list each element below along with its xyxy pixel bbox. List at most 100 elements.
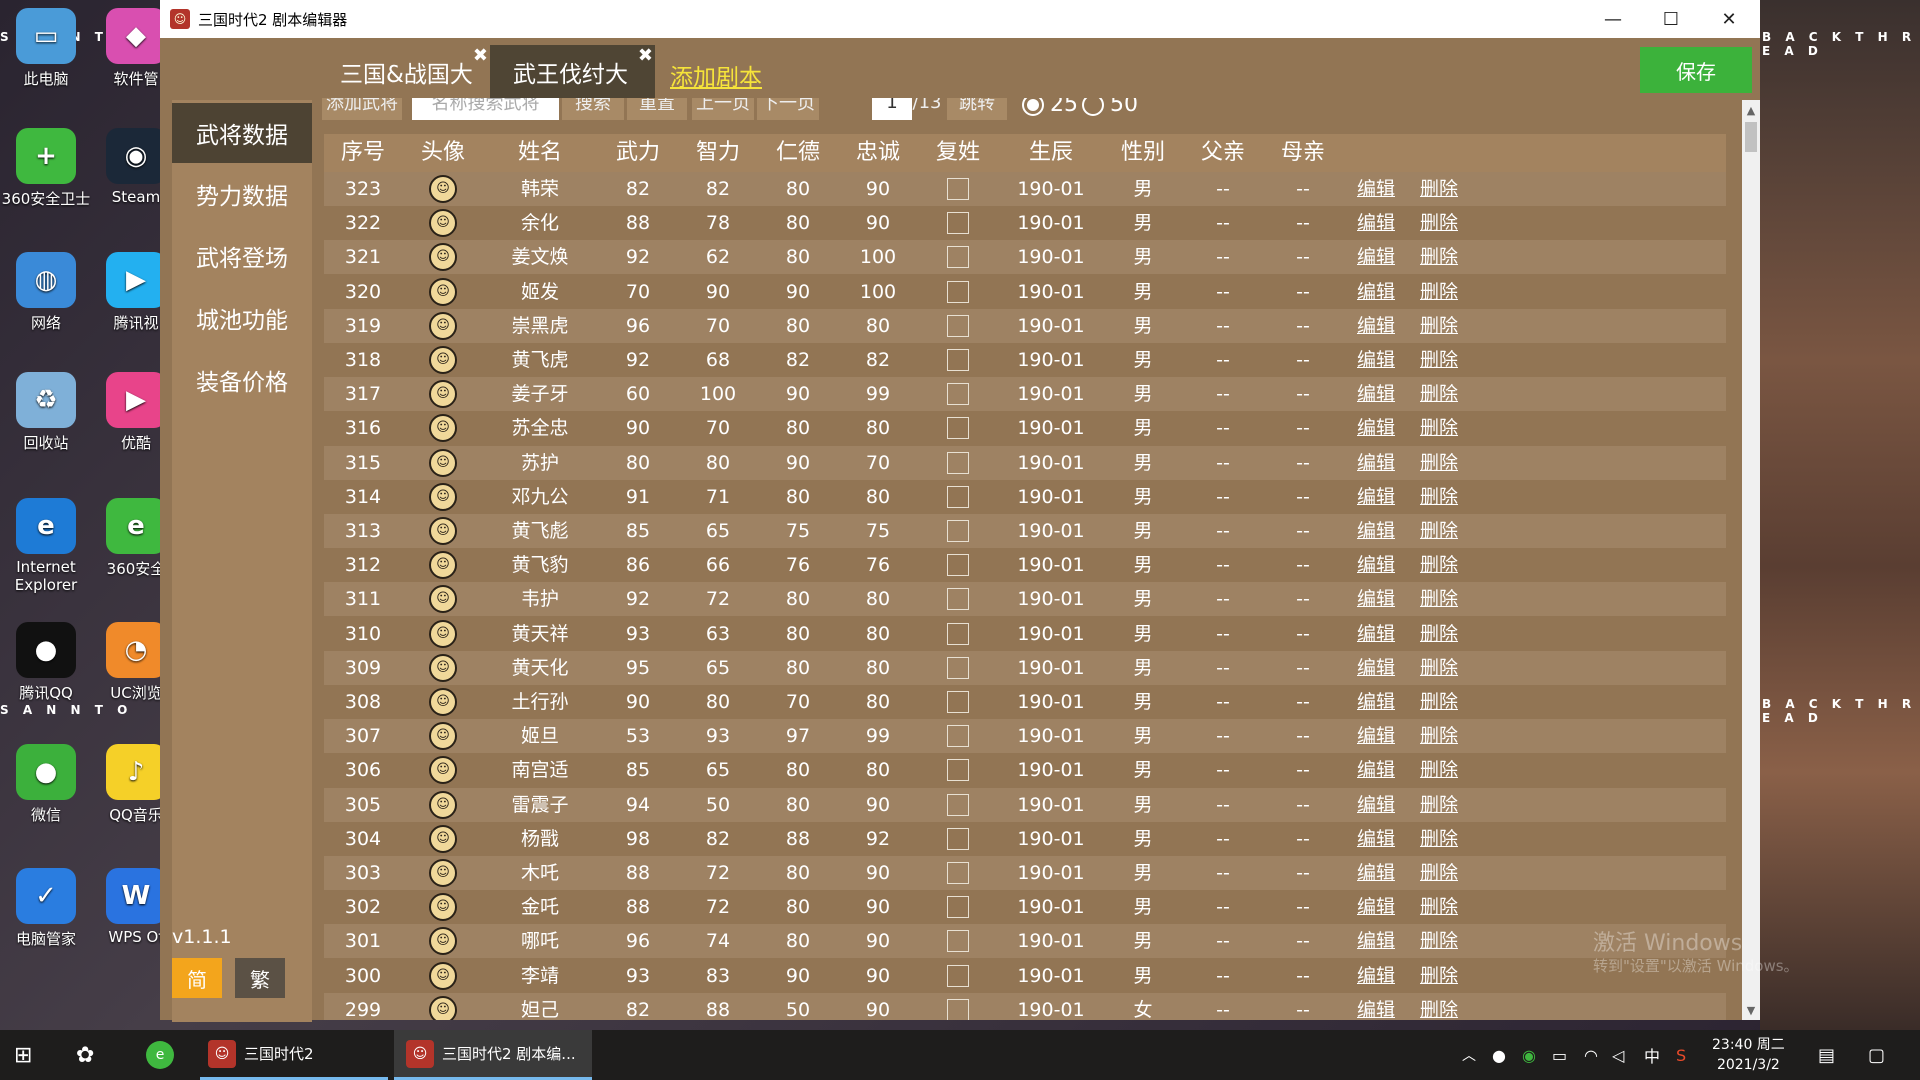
search-button[interactable]: 搜索: [562, 98, 624, 120]
add-general-button[interactable]: 添加武将: [322, 98, 402, 120]
search-input[interactable]: 名称搜索武将: [412, 98, 559, 120]
tray-qq-icon[interactable]: ●: [1492, 1030, 1506, 1080]
compound-surname-checkbox[interactable]: [947, 691, 969, 713]
col-header-gender[interactable]: 性别: [1121, 134, 1165, 172]
edit-link[interactable]: 编辑: [1357, 993, 1395, 1020]
delete-link[interactable]: 删除: [1420, 480, 1458, 514]
desktop-icon[interactable]: ▭ 此电脑: [1, 8, 91, 89]
compound-surname-checkbox[interactable]: [947, 212, 969, 235]
edit-link[interactable]: 编辑: [1357, 275, 1395, 309]
compound-surname-checkbox[interactable]: [947, 793, 969, 816]
notification-icon[interactable]: ▢: [1868, 1030, 1885, 1080]
compound-surname-checkbox[interactable]: [947, 862, 969, 884]
compound-surname-checkbox[interactable]: [947, 246, 969, 269]
tab-scenario-sanguo[interactable]: 三国&战国大 ✖: [325, 45, 490, 98]
delete-link[interactable]: 删除: [1420, 377, 1458, 411]
page-input[interactable]: 1: [872, 98, 912, 120]
compound-surname-checkbox[interactable]: [947, 485, 969, 508]
col-header-intellect[interactable]: 智力: [696, 134, 740, 172]
lang-simplified-button[interactable]: 简: [172, 958, 222, 998]
tray-chevron-icon[interactable]: ︿: [1462, 1030, 1476, 1080]
sidebar-item-appearance[interactable]: 武将登场: [172, 226, 312, 286]
sidebar-item-cities[interactable]: 城池功能: [172, 288, 312, 348]
col-header-father[interactable]: 父亲: [1201, 134, 1245, 172]
compound-surname-checkbox[interactable]: [947, 964, 969, 987]
jump-button[interactable]: 跳转: [947, 98, 1007, 120]
col-header-name[interactable]: 姓名: [518, 134, 562, 172]
col-header-id[interactable]: 序号: [341, 134, 385, 172]
col-header-birth[interactable]: 生辰: [1029, 134, 1073, 172]
compound-surname-checkbox[interactable]: [947, 622, 969, 645]
task-view-icon[interactable]: ✿: [76, 1030, 94, 1080]
compound-surname-checkbox[interactable]: [947, 656, 969, 679]
delete-link[interactable]: 删除: [1420, 514, 1458, 548]
add-scenario-link[interactable]: 添加剧本: [670, 58, 762, 92]
taskbar-app-editor[interactable]: ☺ 三国时代2 剧本编...: [394, 1030, 592, 1080]
edit-link[interactable]: 编辑: [1357, 651, 1395, 685]
compound-surname-checkbox[interactable]: [947, 280, 969, 303]
delete-link[interactable]: 删除: [1420, 993, 1458, 1020]
save-button[interactable]: 保存: [1640, 47, 1752, 93]
desktop-icon[interactable]: +360安全卫士: [1, 128, 91, 209]
edit-link[interactable]: 编辑: [1357, 172, 1395, 206]
compound-surname-checkbox[interactable]: [947, 998, 969, 1020]
edit-link[interactable]: 编辑: [1357, 959, 1395, 993]
delete-link[interactable]: 删除: [1420, 240, 1458, 274]
window-titlebar[interactable]: ☺ 三国时代2 剧本编辑器 — ☐ ✕: [160, 0, 1760, 38]
compound-surname-checkbox[interactable]: [947, 896, 969, 919]
edit-link[interactable]: 编辑: [1357, 753, 1395, 787]
col-header-virtue[interactable]: 仁德: [776, 134, 820, 172]
minimize-button[interactable]: —: [1584, 0, 1642, 38]
delete-link[interactable]: 删除: [1420, 446, 1458, 480]
compound-surname-checkbox[interactable]: [947, 725, 969, 748]
close-tab-icon[interactable]: ✖: [638, 45, 653, 66]
compound-surname-checkbox[interactable]: [947, 349, 969, 371]
edit-link[interactable]: 编辑: [1357, 822, 1395, 856]
delete-link[interactable]: 删除: [1420, 582, 1458, 616]
edit-link[interactable]: 编辑: [1357, 480, 1395, 514]
col-header-mother[interactable]: 母亲: [1281, 134, 1325, 172]
delete-link[interactable]: 删除: [1420, 343, 1458, 377]
tab-scenario-wuwang[interactable]: 武王伐纣大 ✖: [490, 45, 655, 98]
close-window-button[interactable]: ✕: [1700, 0, 1758, 38]
battery-icon[interactable]: ▭: [1552, 1030, 1567, 1080]
taskbar-clock[interactable]: 23:40 周二 2021/3/2: [1712, 1035, 1785, 1075]
desktop-icon[interactable]: ◍ 网络: [1, 252, 91, 333]
delete-link[interactable]: 删除: [1420, 890, 1458, 924]
edit-link[interactable]: 编辑: [1357, 890, 1395, 924]
close-tab-icon[interactable]: ✖: [473, 45, 488, 66]
sidebar-item-forces[interactable]: 势力数据: [172, 164, 312, 224]
delete-link[interactable]: 删除: [1420, 309, 1458, 343]
compound-surname-checkbox[interactable]: [947, 930, 969, 953]
delete-link[interactable]: 删除: [1420, 788, 1458, 822]
edit-link[interactable]: 编辑: [1357, 582, 1395, 616]
col-header-force[interactable]: 武力: [616, 134, 660, 172]
delete-link[interactable]: 删除: [1420, 856, 1458, 890]
delete-link[interactable]: 删除: [1420, 719, 1458, 753]
edit-link[interactable]: 编辑: [1357, 206, 1395, 240]
delete-link[interactable]: 删除: [1420, 172, 1458, 206]
edit-link[interactable]: 编辑: [1357, 377, 1395, 411]
browser-taskbar-icon[interactable]: e: [146, 1030, 182, 1080]
desktop-icon[interactable]: ✓ 电脑管家: [1, 868, 91, 949]
compound-surname-checkbox[interactable]: [947, 451, 969, 474]
edit-link[interactable]: 编辑: [1357, 856, 1395, 890]
notepad-icon[interactable]: ▤: [1818, 1030, 1835, 1080]
col-header-avatar[interactable]: 头像: [421, 134, 465, 172]
edit-link[interactable]: 编辑: [1357, 788, 1395, 822]
compound-surname-checkbox[interactable]: [947, 827, 969, 850]
delete-link[interactable]: 删除: [1420, 959, 1458, 993]
compound-surname-checkbox[interactable]: [947, 417, 969, 440]
delete-link[interactable]: 删除: [1420, 275, 1458, 309]
desktop-icon[interactable]: ♻ 回收站: [1, 372, 91, 453]
maximize-button[interactable]: ☐: [1642, 0, 1700, 38]
taskbar-app-game[interactable]: ☺ 三国时代2: [200, 1030, 388, 1080]
desktop-icon[interactable]: ● 腾讯QQ: [1, 622, 91, 703]
page-size-50-radio[interactable]: 50: [1082, 98, 1138, 117]
delete-link[interactable]: 删除: [1420, 753, 1458, 787]
compound-surname-checkbox[interactable]: [947, 520, 969, 542]
compound-surname-checkbox[interactable]: [947, 314, 969, 337]
delete-link[interactable]: 删除: [1420, 822, 1458, 856]
network-icon[interactable]: ◠: [1584, 1030, 1598, 1080]
edit-link[interactable]: 编辑: [1357, 719, 1395, 753]
